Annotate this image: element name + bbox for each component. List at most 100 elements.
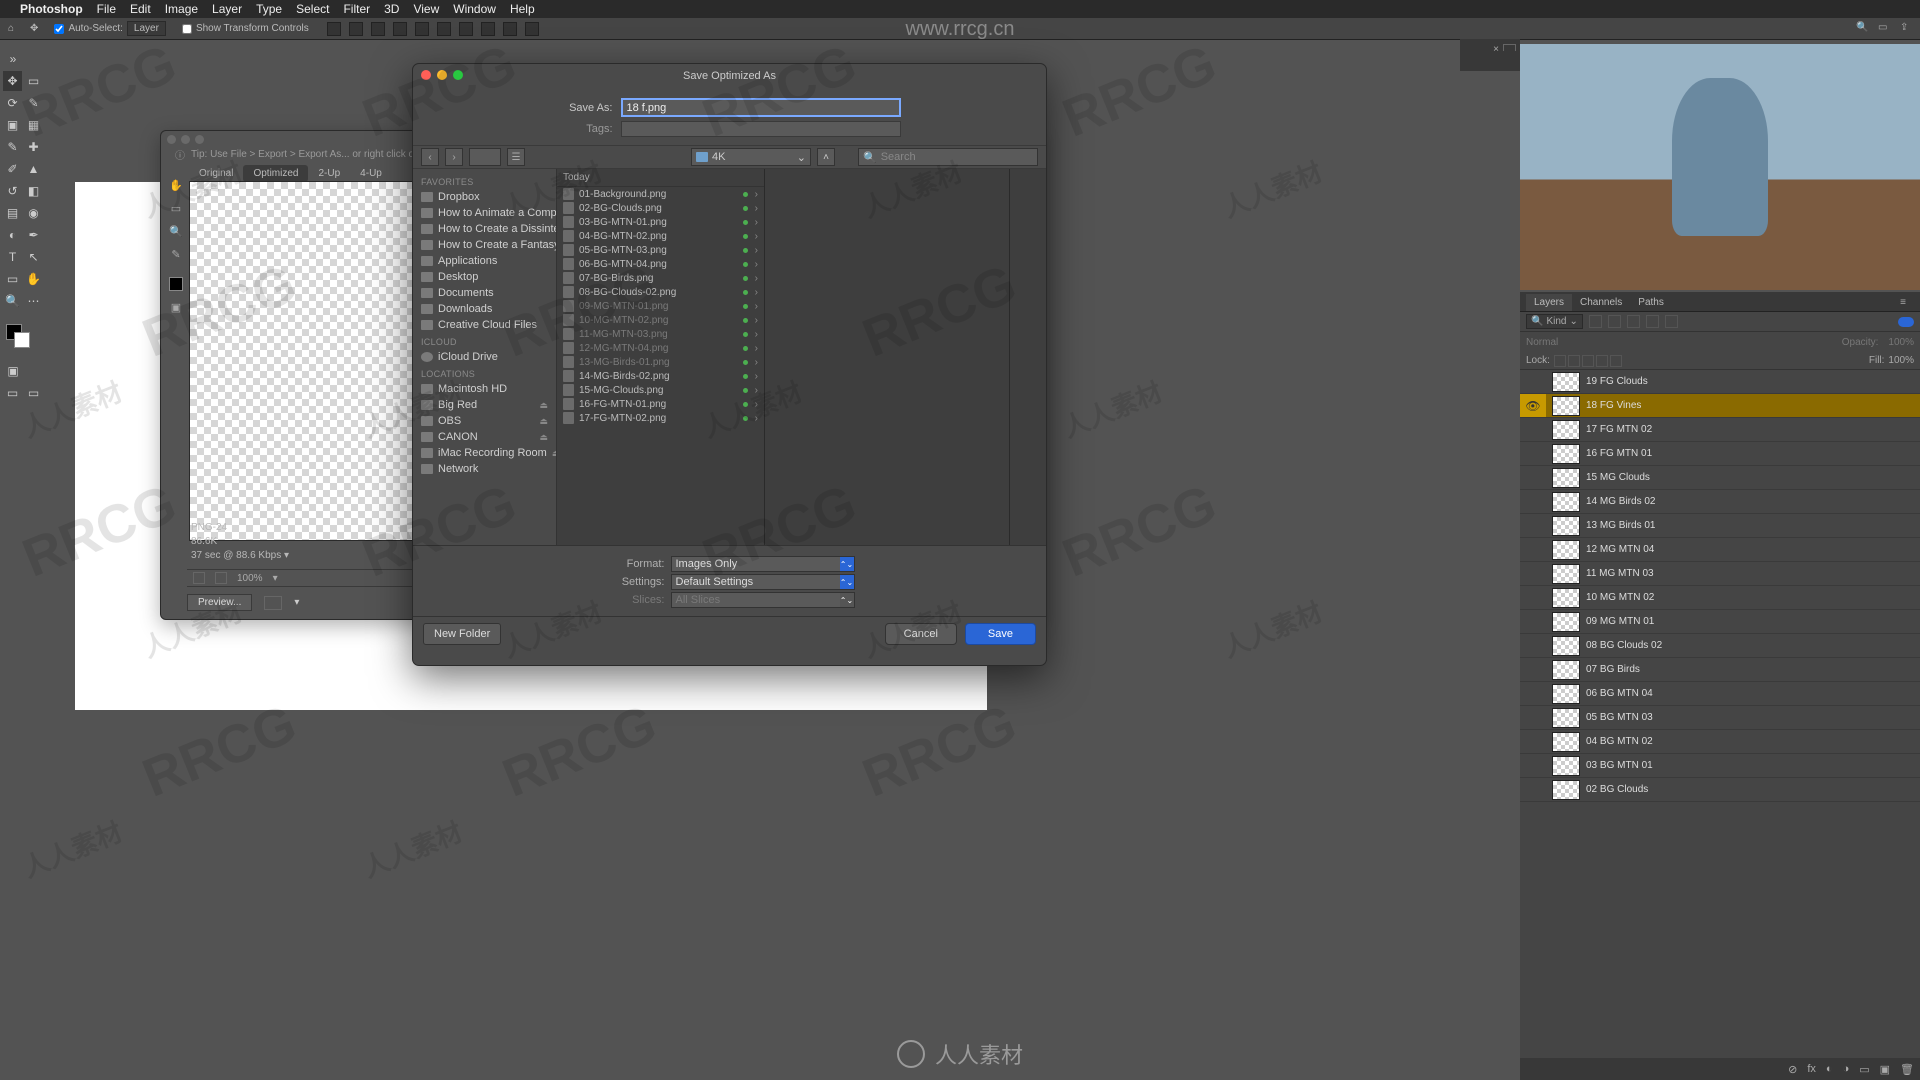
layer-row[interactable]: 16 FG MTN 01 — [1520, 442, 1920, 466]
layer-row[interactable]: 12 MG MTN 04 — [1520, 538, 1920, 562]
nav-fwd-button[interactable]: › — [445, 148, 463, 166]
share-icon[interactable]: ⇪ — [1900, 22, 1914, 36]
sfw-slice-vis-icon[interactable]: ▣ — [171, 301, 181, 314]
auto-select-value[interactable]: Layer — [127, 21, 166, 36]
file-item[interactable]: 11-MG-MTN-03.png› — [557, 327, 764, 341]
sidebar-item[interactable]: Network — [413, 461, 556, 477]
edit-toolbar[interactable]: ⋯ — [24, 291, 43, 311]
link-layers-icon[interactable]: ⊘ — [1788, 1063, 1797, 1076]
layer-row[interactable]: 02 BG Clouds — [1520, 778, 1920, 802]
layer-name[interactable]: 16 FG MTN 01 — [1586, 448, 1652, 459]
layer-name[interactable]: 03 BG MTN 01 — [1586, 760, 1653, 771]
crop-tool[interactable]: ▣ — [3, 115, 22, 135]
search-icon[interactable]: 🔍 — [1856, 22, 1870, 36]
layer-row[interactable]: 👁18 FG Vines — [1520, 394, 1920, 418]
layer-thumbnail[interactable] — [1552, 660, 1580, 680]
layer-fx-icon[interactable]: fx — [1807, 1063, 1816, 1075]
dodge-tool[interactable]: ◐ — [3, 225, 22, 245]
layer-mask-icon[interactable]: ◐ — [1826, 1063, 1833, 1075]
opacity-value[interactable]: 100% — [1888, 337, 1914, 348]
file-item[interactable]: 13-MG-Birds-01.png› — [557, 355, 764, 369]
sfw-tab-original[interactable]: Original — [189, 165, 243, 182]
sfw-tab-2up[interactable]: 2-Up — [308, 165, 350, 182]
layer-thumbnail[interactable] — [1552, 540, 1580, 560]
menu-3d[interactable]: 3D — [384, 2, 399, 16]
delete-layer-icon[interactable]: 🗑 — [1900, 1063, 1914, 1076]
sfw-foot-g-icon[interactable] — [215, 572, 227, 584]
file-item[interactable]: 07-BG-Birds.png› — [557, 271, 764, 285]
eject-icon[interactable]: ⏏ — [539, 416, 548, 427]
layer-thumbnail[interactable] — [1552, 420, 1580, 440]
layer-name[interactable]: 19 FG Clouds — [1586, 376, 1648, 387]
sidebar-item[interactable]: Creative Cloud Files — [413, 317, 556, 333]
sidebar-item[interactable]: How to Create a Fantasy Landsc... — [413, 237, 556, 253]
path-select-tool[interactable]: ↖ — [24, 247, 43, 267]
tab-channels[interactable]: Channels — [1572, 294, 1630, 311]
group-by-button[interactable]: ☰ — [507, 148, 525, 166]
layer-thumbnail[interactable] — [1552, 516, 1580, 536]
layer-thumbnail[interactable] — [1552, 396, 1580, 416]
sidebar-item[interactable]: iMac Recording Room⏏ — [413, 445, 556, 461]
file-item[interactable]: 12-MG-MTN-04.png› — [557, 341, 764, 355]
layer-thumbnail[interactable] — [1552, 444, 1580, 464]
file-item[interactable]: 10-MG-MTN-02.png› — [557, 313, 764, 327]
adjustment-layer-icon[interactable]: ◑ — [1843, 1063, 1850, 1075]
layer-name[interactable]: 08 BG Clouds 02 — [1586, 640, 1662, 651]
new-layer-icon[interactable]: ▣ — [1880, 1063, 1890, 1076]
menu-file[interactable]: File — [97, 2, 116, 16]
eyedropper-tool[interactable]: ✎ — [3, 137, 22, 157]
filter-adj-icon[interactable] — [1608, 315, 1621, 328]
visibility-toggle[interactable] — [1520, 418, 1546, 441]
quick-select-tool[interactable]: ✎ — [24, 93, 43, 113]
layer-name[interactable]: 14 MG Birds 02 — [1586, 496, 1655, 507]
layer-name[interactable]: 04 BG MTN 02 — [1586, 736, 1653, 747]
layer-name[interactable]: 17 FG MTN 02 — [1586, 424, 1652, 435]
sidebar-item[interactable]: Downloads — [413, 301, 556, 317]
layer-thumbnail[interactable] — [1552, 492, 1580, 512]
align-icons[interactable] — [325, 22, 541, 36]
dialog-max-icon[interactable] — [453, 70, 463, 80]
file-item[interactable]: 08-BG-Clouds-02.png› — [557, 285, 764, 299]
hand-tool[interactable]: ✋ — [24, 269, 43, 289]
sidebar-item[interactable]: OBS⏏ — [413, 413, 556, 429]
sfw-slice-tool[interactable]: ▭ — [171, 202, 181, 215]
auto-select-checkbox[interactable] — [54, 24, 64, 34]
layer-row[interactable]: 14 MG Birds 02 — [1520, 490, 1920, 514]
layer-row[interactable]: 04 BG MTN 02 — [1520, 730, 1920, 754]
visibility-toggle[interactable] — [1520, 442, 1546, 465]
layer-row[interactable]: 19 FG Clouds — [1520, 370, 1920, 394]
filter-pixel-icon[interactable] — [1589, 315, 1602, 328]
lock-trans-icon[interactable] — [1554, 355, 1566, 367]
screenmode-icon[interactable]: ▭ — [3, 383, 22, 403]
layer-name[interactable]: 09 MG MTN 01 — [1586, 616, 1654, 627]
frame-tool[interactable]: ▦ — [24, 115, 43, 135]
layer-thumbnail[interactable] — [1552, 708, 1580, 728]
format-select[interactable]: Images Only⌃⌄ — [671, 556, 855, 572]
visibility-toggle[interactable] — [1520, 730, 1546, 753]
file-item[interactable]: 06-BG-MTN-04.png› — [557, 257, 764, 271]
visibility-toggle[interactable] — [1520, 466, 1546, 489]
visibility-toggle[interactable] — [1520, 754, 1546, 777]
file-item[interactable]: 04-BG-MTN-02.png› — [557, 229, 764, 243]
heal-tool[interactable]: ✚ — [24, 137, 43, 157]
layer-group-icon[interactable]: ▭ — [1859, 1063, 1869, 1076]
show-transform-checkbox[interactable] — [182, 24, 192, 34]
menu-window[interactable]: Window — [453, 2, 496, 16]
visibility-toggle[interactable] — [1520, 610, 1546, 633]
collapse-icon[interactable]: » — [3, 49, 23, 69]
layer-thumbnail[interactable] — [1552, 780, 1580, 800]
file-item[interactable]: 03-BG-MTN-01.png› — [557, 215, 764, 229]
menu-select[interactable]: Select — [296, 2, 329, 16]
layer-name[interactable]: 10 MG MTN 02 — [1586, 592, 1654, 603]
blend-mode-select[interactable]: Normal — [1526, 337, 1558, 348]
menu-type[interactable]: Type — [256, 2, 282, 16]
shape-tool[interactable]: ▭ — [3, 269, 22, 289]
sfw-browser-preview-icon[interactable] — [264, 596, 282, 610]
file-item[interactable]: 17-FG-MTN-02.png› — [557, 411, 764, 425]
sfw-hand-tool[interactable]: ✋ — [169, 179, 183, 192]
traffic-max-icon[interactable] — [195, 135, 204, 144]
lasso-tool[interactable]: ⟳ — [3, 93, 22, 113]
lock-artboard-icon[interactable] — [1596, 355, 1608, 367]
sidebar-item[interactable]: iCloud Drive — [413, 349, 556, 365]
eject-icon[interactable]: ⏏ — [539, 400, 548, 411]
